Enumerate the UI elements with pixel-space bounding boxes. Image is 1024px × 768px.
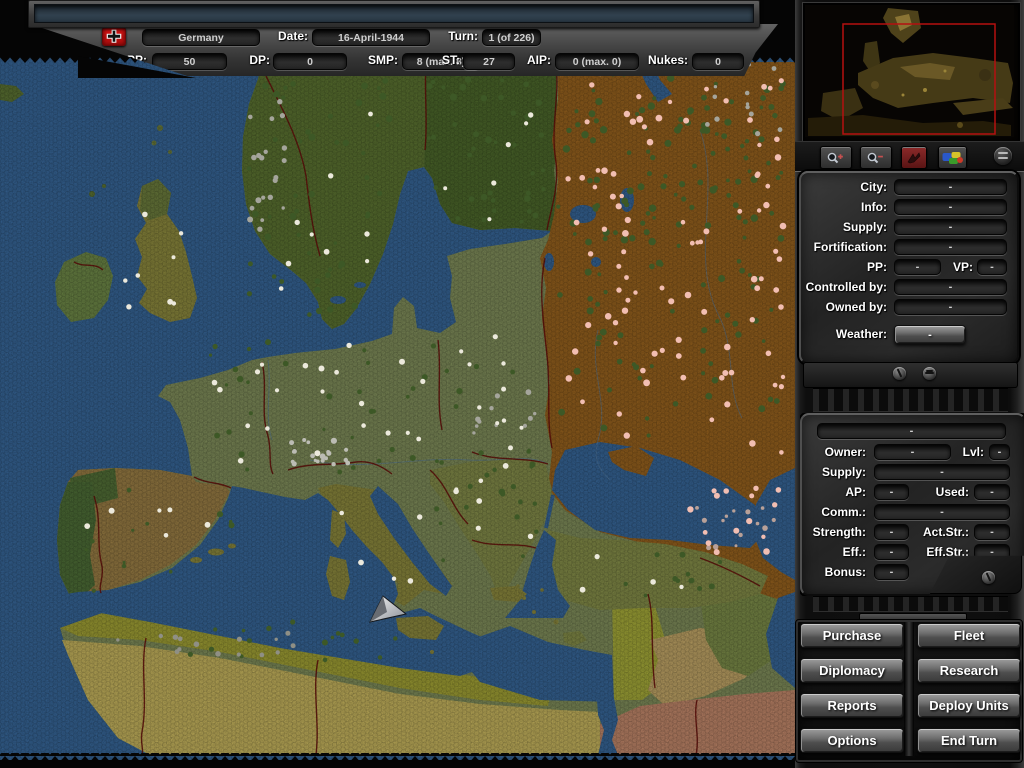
act-str-label: Act.Str.: — [906, 525, 969, 540]
controlled-by-label: Controlled by: — [803, 280, 887, 295]
panel-divider — [803, 362, 1018, 388]
eff-label: Eff.: — [802, 545, 866, 560]
pp-field: 50 — [152, 53, 227, 70]
minimap[interactable] — [803, 3, 1020, 143]
unit-supply-field: - — [874, 464, 1010, 480]
air-units-toggle-button[interactable] — [901, 146, 927, 169]
dp-field: 0 — [273, 53, 347, 70]
fortification-label: Fortification: — [803, 240, 887, 255]
eff-field: - — [874, 544, 909, 560]
date-field: 16-April-1944 — [312, 29, 430, 46]
lvl-label: Lvl: — [950, 445, 984, 460]
terrain-noise — [0, 56, 795, 762]
st-label: ST: — [436, 53, 460, 68]
fortification-field: - — [894, 239, 1007, 255]
smp-label: SMP: — [356, 53, 398, 68]
strength-field: - — [874, 524, 909, 540]
weather-label: Weather: — [803, 327, 887, 342]
owned-by-label: Owned by: — [803, 300, 887, 315]
unit-supply-label: Supply: — [802, 465, 866, 480]
dp-label: DP: — [236, 53, 270, 68]
screw-icon — [982, 571, 995, 584]
ap-label: AP: — [802, 485, 866, 500]
comm-label: Comm.: — [802, 505, 866, 520]
used-label: Used: — [922, 485, 969, 500]
map-toolbar — [795, 141, 1024, 172]
owner-label: Owner: — [802, 445, 866, 460]
nukes-label: Nukes: — [636, 53, 688, 68]
end-turn-button[interactable]: End Turn — [917, 728, 1021, 753]
bonus-label: Bonus: — [802, 565, 866, 580]
reports-button[interactable]: Reports — [800, 693, 904, 718]
aip-field: 0 (max. 0) — [555, 53, 639, 70]
map-mode-button[interactable] — [938, 146, 967, 169]
germany-flag-icon[interactable] — [102, 27, 126, 46]
controlled-by-field: - — [894, 279, 1007, 295]
turn-label: Turn: — [438, 29, 478, 44]
nukes-field: 0 — [692, 53, 744, 70]
bonus-field: - — [874, 564, 909, 580]
game-screen: Germany Date: 16-April-1944 Turn: 1 (of … — [0, 0, 1024, 768]
info-field: - — [894, 199, 1007, 215]
options-button[interactable]: Options — [800, 728, 904, 753]
pp-hex-label: PP: — [803, 260, 887, 275]
supply-label: Supply: — [803, 220, 887, 235]
diplomacy-button[interactable]: Diplomacy — [800, 658, 904, 683]
turn-field: 1 (of 226) — [482, 29, 541, 46]
city-field: - — [894, 179, 1007, 195]
weather-button[interactable]: - — [894, 325, 966, 344]
zoom-in-button[interactable] — [820, 146, 852, 169]
act-str-field: - — [974, 524, 1010, 540]
message-bar — [28, 0, 760, 28]
st-field: 27 — [463, 53, 515, 70]
aip-label: AIP: — [516, 53, 551, 68]
ap-field: - — [874, 484, 909, 500]
vp-label: VP: — [947, 260, 973, 275]
vp-field: - — [977, 259, 1007, 275]
panel-menu-button[interactable] — [994, 147, 1012, 165]
screw-icon — [893, 367, 906, 380]
unit-name-field: - — [817, 423, 1006, 439]
strength-label: Strength: — [802, 525, 866, 540]
city-label: City: — [803, 180, 887, 195]
pp-hex-field: - — [894, 259, 941, 275]
hex-info-panel: City: - Info: - Supply: - Fortification:… — [799, 171, 1019, 364]
zoom-out-button[interactable] — [860, 146, 892, 169]
menu-divider — [904, 622, 914, 756]
comm-field: - — [874, 504, 1010, 520]
purchase-button[interactable]: Purchase — [800, 623, 904, 648]
date-label: Date: — [260, 29, 308, 44]
fleet-button[interactable]: Fleet — [917, 623, 1021, 648]
owner-field: - — [874, 444, 951, 460]
research-button[interactable]: Research — [917, 658, 1021, 683]
deploy-units-button[interactable]: Deploy Units — [917, 693, 1021, 718]
screw-icon — [923, 367, 936, 380]
used-field: - — [974, 484, 1010, 500]
menu-panel: Purchase Fleet Diplomacy Research Report… — [795, 610, 1024, 768]
owned-by-field: - — [894, 299, 1007, 315]
info-label: Info: — [803, 200, 887, 215]
country-field: Germany — [142, 29, 260, 46]
side-panel: City: - Info: - Supply: - Fortification:… — [795, 0, 1024, 768]
supply-field: - — [894, 219, 1007, 235]
lvl-field: - — [989, 444, 1010, 460]
world-map[interactable] — [0, 0, 795, 768]
panel-struts — [813, 388, 1008, 412]
